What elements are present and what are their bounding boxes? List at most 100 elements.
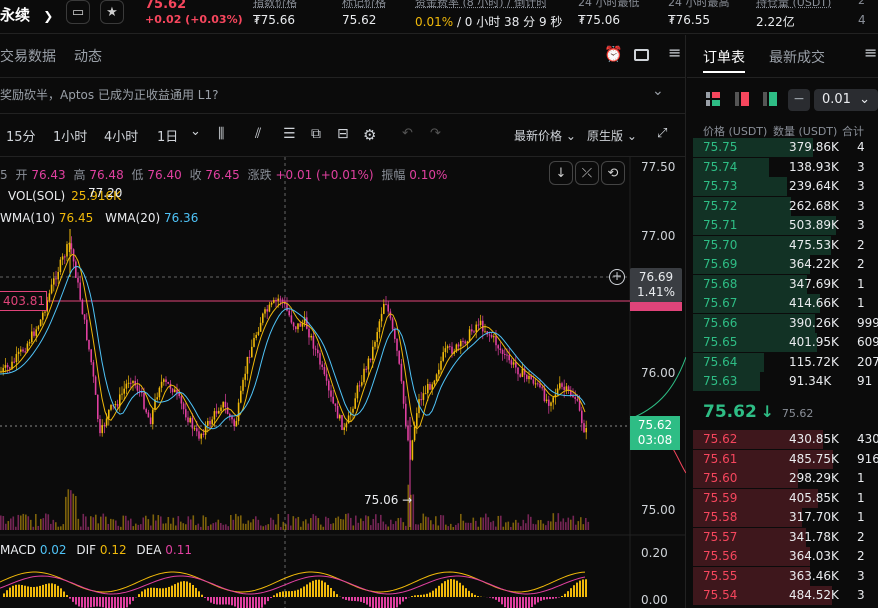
candle-type-icon[interactable]: ⫼ — [218, 126, 224, 142]
template-icon[interactable]: ⧉ — [311, 126, 321, 142]
price-type-select[interactable]: 最新价格 ⌄ — [514, 127, 576, 144]
crosshair-add-icon[interactable]: + — [609, 269, 625, 285]
interval-15m[interactable]: 15分 — [6, 126, 36, 145]
volume-bar — [147, 519, 150, 530]
bid-qty: 298.29K — [789, 471, 839, 485]
bid-row[interactable]: 75.59 405.85K 1 — [693, 488, 878, 508]
candle-body — [299, 323, 301, 327]
candle-body — [420, 399, 422, 401]
symbol-title[interactable]: 永续 ❯ — [0, 4, 53, 25]
bid-price: 75.60 — [703, 471, 738, 485]
view-both-icon[interactable] — [706, 92, 720, 106]
volume-bar — [105, 516, 107, 530]
star-icon[interactable]: ★ — [100, 0, 124, 24]
undo-icon[interactable]: ↶ — [402, 126, 413, 141]
candle-body — [457, 344, 460, 347]
collapse-icon[interactable]: ⤫ — [575, 161, 599, 185]
precision-select[interactable]: 0.01 ⌄ — [814, 89, 878, 111]
candle-body — [506, 354, 508, 356]
redo-icon[interactable]: ↷ — [430, 126, 441, 141]
bid-row[interactable]: 75.62 430.85K 430 — [693, 430, 878, 449]
volume-bar — [252, 519, 255, 530]
draw-list-icon[interactable]: ☰ — [283, 126, 296, 142]
ask-row[interactable]: 75.70 475.53K 2 — [693, 235, 878, 255]
macd-bar — [342, 597, 344, 599]
alert-add-icon[interactable]: ⏰ — [604, 45, 623, 63]
candle-body — [15, 353, 18, 363]
candle-body — [581, 410, 583, 424]
view-select[interactable]: 原生版 ⌄ — [587, 127, 637, 144]
candle-body — [449, 346, 451, 348]
gear-icon[interactable]: ⚙ — [363, 126, 376, 144]
layout-icon[interactable]: ⊟ — [337, 126, 349, 142]
bid-row[interactable]: 75.58 317.70K 1 — [693, 508, 878, 527]
menu-icon[interactable]: ≡ — [864, 43, 877, 62]
chevron-down-icon[interactable]: ❯ — [43, 9, 53, 23]
ask-row[interactable]: 75.65 401.95K 609 — [693, 333, 878, 352]
ask-row[interactable]: 75.66 390.26K 999 — [693, 313, 878, 333]
candle-body — [563, 386, 565, 390]
tab-recent-trades[interactable]: 最新成交 — [769, 47, 825, 67]
notice-bar[interactable]: 奖励砍半，Aptos 已成为正收益通用 L1? ⌄ — [0, 83, 680, 106]
volume-bar — [125, 515, 127, 530]
chevron-down-icon[interactable]: ⌄ — [190, 124, 201, 139]
ask-row[interactable]: 75.74 138.93K 3 — [693, 157, 878, 177]
mid-price-row[interactable]: 75.62 ↓ 75.62 — [703, 402, 813, 422]
candle-body — [477, 324, 480, 326]
ask-row[interactable]: 75.68 347.69K 1 — [693, 274, 878, 294]
scroll-latest-icon[interactable]: ↓ — [549, 161, 573, 185]
ask-total: 3 — [857, 198, 865, 213]
volume-bar — [520, 526, 522, 530]
volume-bar — [465, 522, 467, 530]
volume-bar — [222, 524, 225, 530]
menu-icon[interactable]: ≡ — [668, 43, 681, 62]
candle-body — [20, 349, 22, 352]
wma20-value: 76.36 — [163, 211, 199, 225]
minus-button[interactable]: − — [788, 89, 810, 111]
tab-activity[interactable]: 动态 — [74, 46, 102, 66]
ask-row[interactable]: 75.69 364.22K 2 — [693, 255, 878, 274]
ask-row[interactable]: 75.67 414.66K 1 — [693, 294, 878, 313]
ask-row[interactable]: 75.64 115.72K 207 — [693, 352, 878, 372]
bid-row[interactable]: 75.54 484.52K 3 — [693, 586, 878, 605]
bid-row[interactable]: 75.56 364.03K 2 — [693, 547, 878, 566]
volume-bar — [27, 516, 30, 530]
macd-bar — [516, 597, 518, 608]
tab-trading-data[interactable]: 交易数据 — [0, 46, 56, 66]
ask-row[interactable]: 75.72 262.68K 3 — [693, 196, 878, 216]
bid-row[interactable]: 75.55 363.46K 3 — [693, 566, 878, 586]
interval-1d[interactable]: 1日 — [157, 126, 178, 145]
window-icon[interactable] — [634, 49, 649, 61]
ask-row[interactable]: 75.75 379.86K 4 — [693, 138, 878, 157]
candle-body — [354, 398, 356, 409]
ask-row[interactable]: 75.71 503.89K 3 — [693, 216, 878, 235]
candle-body — [517, 367, 519, 375]
candle-body — [187, 417, 189, 423]
chevron-down-icon[interactable]: ⌄ — [652, 83, 664, 99]
view-bids-icon[interactable] — [763, 92, 777, 106]
expand-icon[interactable]: ⤢ — [657, 126, 667, 141]
macd-bar — [81, 597, 83, 608]
bid-total: 2 — [857, 549, 865, 563]
macd-bar — [573, 585, 575, 597]
ask-row[interactable]: 75.73 239.64K 3 — [693, 177, 878, 196]
volume-bar — [77, 518, 80, 530]
volume-bar — [192, 515, 195, 530]
refresh-icon[interactable]: ⟲ — [601, 161, 625, 185]
indicator-icon[interactable]: ⫽ — [255, 126, 261, 142]
volume-bar — [510, 526, 512, 530]
interval-4h[interactable]: 4小时 — [104, 126, 138, 145]
info-book-icon[interactable]: ▭ — [66, 0, 90, 24]
candle-body — [215, 411, 218, 414]
tab-orderbook[interactable]: 订单表 — [703, 47, 745, 67]
macd-axis-label: 0.20 — [641, 546, 668, 560]
bid-row[interactable]: 75.60 298.29K 1 — [693, 469, 878, 488]
view-asks-icon[interactable] — [735, 92, 749, 106]
interval-1h[interactable]: 1小时 — [53, 126, 87, 145]
volume-bar — [180, 521, 182, 530]
bid-row[interactable]: 75.61 485.75K 916 — [693, 449, 878, 469]
macd-bar — [234, 597, 236, 607]
macd-bar — [147, 588, 149, 597]
ask-row[interactable]: 75.63 91.34K 91 — [693, 372, 878, 391]
bid-row[interactable]: 75.57 341.78K 2 — [693, 527, 878, 547]
